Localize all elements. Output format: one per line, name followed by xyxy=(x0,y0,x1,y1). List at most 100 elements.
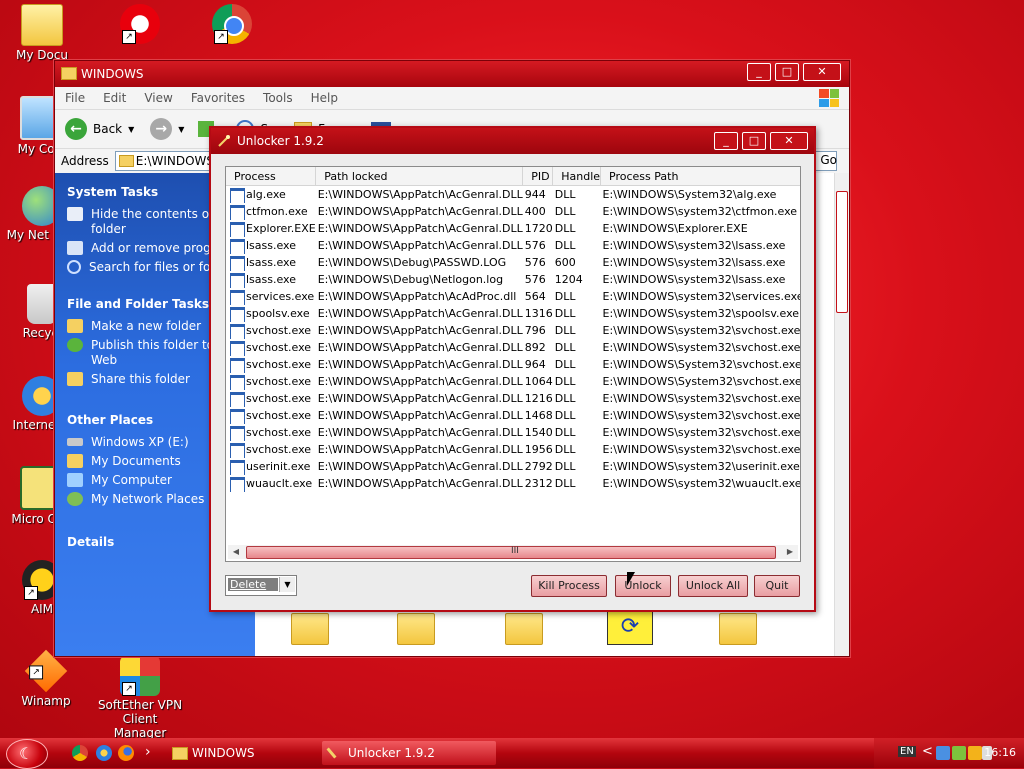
shortcut-arrow-icon: ↗ xyxy=(122,30,136,44)
opera-icon: ↗ xyxy=(120,4,160,44)
back-arrow-icon[interactable]: ← xyxy=(65,118,87,140)
scroll-right-icon[interactable]: ▶ xyxy=(784,546,796,558)
cell-pid: 576 xyxy=(524,273,546,286)
action-select[interactable]: Delete ▼ xyxy=(225,575,297,596)
cell-process-name: svchost.exe xyxy=(226,339,316,356)
maximize-button[interactable]: □ xyxy=(742,132,766,150)
unlocker-dialog[interactable]: Unlocker 1.9.2 _ □ ✕ Process Path locked… xyxy=(209,126,816,612)
desktop-icon-opera[interactable]: ↗ xyxy=(98,4,182,46)
table-row[interactable]: Explorer.EXE E:\WINDOWS\AppPatch\AcGenral… xyxy=(226,220,800,237)
cell-handle: 600 xyxy=(554,256,576,269)
process-name: lsass.exe xyxy=(246,239,296,252)
locking-process-list[interactable]: Process Path locked PID Handle Process P… xyxy=(225,166,801,562)
cell-path-locked: E:\WINDOWS\AppPatch\AcGenral.DLL xyxy=(317,460,523,473)
language-indicator[interactable]: EN xyxy=(898,746,916,757)
table-row[interactable]: wuauclt.exe E:\WINDOWS\AppPatch\AcGenral.… xyxy=(226,475,800,492)
column-process[interactable]: Process xyxy=(226,167,317,186)
quicklaunch-chrome-icon[interactable] xyxy=(72,745,88,761)
unlock-button[interactable]: Unlock xyxy=(615,575,671,597)
chevron-down-icon[interactable]: ▼ xyxy=(279,577,295,592)
magic-wand-icon xyxy=(218,135,230,147)
close-button[interactable]: ✕ xyxy=(770,132,808,150)
table-row[interactable]: svchost.exe E:\WINDOWS\AppPatch\AcGenral.… xyxy=(226,356,800,373)
menu-help[interactable]: Help xyxy=(311,91,338,105)
back-dropdown-icon[interactable]: ▼ xyxy=(128,125,134,134)
column-handle[interactable]: Handle xyxy=(552,167,602,186)
process-name: svchost.exe xyxy=(246,392,312,405)
horizontal-scrollbar[interactable]: ◀ III ▶ xyxy=(228,545,798,559)
desktop-icon-my-documents[interactable]: My Docu xyxy=(0,4,84,62)
table-row[interactable]: svchost.exe E:\WINDOWS\AppPatch\AcGenral.… xyxy=(226,373,800,390)
table-row[interactable]: svchost.exe E:\WINDOWS\AppPatch\AcGenral.… xyxy=(226,339,800,356)
column-pid[interactable]: PID xyxy=(522,167,554,186)
executable-icon xyxy=(230,341,245,356)
table-row[interactable]: services.exe E:\WINDOWS\AppPatch\AcAdProc… xyxy=(226,288,800,305)
explorer-title-bar[interactable]: WINDOWS _ □ ✕ xyxy=(55,61,849,87)
kill-process-button[interactable]: Kill Process xyxy=(531,575,607,597)
folder-icon[interactable] xyxy=(719,613,757,645)
scroll-thumb[interactable] xyxy=(836,191,848,313)
folder-icon[interactable] xyxy=(505,613,543,645)
table-row[interactable]: svchost.exe E:\WINDOWS\AppPatch\AcGenral.… xyxy=(226,407,800,424)
menu-tools[interactable]: Tools xyxy=(263,91,293,105)
column-path-locked[interactable]: Path locked xyxy=(315,167,524,186)
quicklaunch-ie-icon[interactable] xyxy=(96,745,112,761)
folder-icon[interactable] xyxy=(397,613,435,645)
taskbar-item-windows[interactable]: WINDOWS xyxy=(166,741,342,765)
sync-folder-icon[interactable]: ⟳ xyxy=(607,611,653,645)
scroll-thumb[interactable]: III xyxy=(246,546,776,559)
tray-volume-icon[interactable] xyxy=(968,746,982,760)
quicklaunch-chevron[interactable]: › xyxy=(145,744,151,760)
back-button-label[interactable]: Back xyxy=(93,122,122,136)
menu-view[interactable]: View xyxy=(144,91,172,105)
table-row[interactable]: spoolsv.exe E:\WINDOWS\AppPatch\AcGenral.… xyxy=(226,305,800,322)
table-row[interactable]: ctfmon.exe E:\WINDOWS\AppPatch\AcGenral.D… xyxy=(226,203,800,220)
forward-arrow-icon[interactable]: → xyxy=(150,118,173,140)
folder-icon[interactable] xyxy=(291,613,329,645)
desktop-icon-chrome[interactable]: ↗ xyxy=(190,4,274,46)
clock[interactable]: 16:16 xyxy=(984,746,1016,759)
tray-expand-chevron[interactable]: < xyxy=(922,744,933,759)
menu-favorites[interactable]: Favorites xyxy=(191,91,245,105)
maximize-button[interactable]: □ xyxy=(775,63,799,81)
cell-pid: 1064 xyxy=(524,375,553,388)
minimize-button[interactable]: _ xyxy=(747,63,771,81)
scroll-grip: III xyxy=(511,546,519,556)
forward-dropdown-icon[interactable]: ▼ xyxy=(178,125,184,134)
unlock-all-button[interactable]: Unlock All xyxy=(678,575,748,597)
quit-button[interactable]: Quit xyxy=(754,575,800,597)
folder-documents-icon xyxy=(21,4,63,46)
table-row[interactable]: lsass.exe E:\WINDOWS\AppPatch\AcGenral.DL… xyxy=(226,237,800,254)
cell-handle: DLL xyxy=(554,477,576,490)
minimize-button[interactable]: _ xyxy=(714,132,738,150)
cell-handle: DLL xyxy=(554,409,576,422)
mouse-cursor-icon xyxy=(627,572,635,586)
start-button[interactable]: ☾ xyxy=(6,739,48,769)
table-row[interactable]: lsass.exe E:\WINDOWS\Debug\Netlogon.log 57… xyxy=(226,271,800,288)
unlocker-title-bar[interactable]: Unlocker 1.9.2 _ □ ✕ xyxy=(211,128,814,154)
table-row[interactable]: userinit.exe E:\WINDOWS\AppPatch\AcGenral… xyxy=(226,458,800,475)
go-button[interactable]: Go xyxy=(820,153,837,167)
table-row[interactable]: svchost.exe E:\WINDOWS\AppPatch\AcGenral.… xyxy=(226,441,800,458)
vertical-scrollbar[interactable] xyxy=(834,173,849,656)
table-row[interactable]: lsass.exe E:\WINDOWS\Debug\PASSWD.LOG 576 6… xyxy=(226,254,800,271)
table-row[interactable]: svchost.exe E:\WINDOWS\AppPatch\AcGenral.… xyxy=(226,390,800,407)
table-row[interactable]: alg.exe E:\WINDOWS\AppPatch\AcGenral.DLL 9… xyxy=(226,186,800,203)
table-row[interactable]: svchost.exe E:\WINDOWS\AppPatch\AcGenral.… xyxy=(226,424,800,441)
cell-process-name: lsass.exe xyxy=(226,254,316,271)
scroll-left-icon[interactable]: ◀ xyxy=(230,546,242,558)
drive-icon xyxy=(67,438,83,446)
tray-network-icon[interactable] xyxy=(936,746,950,760)
tray-security-icon[interactable] xyxy=(952,746,966,760)
cell-process-name: ctfmon.exe xyxy=(226,203,316,220)
desktop-icon-winamp[interactable]: ↗ Winamp xyxy=(4,649,88,708)
column-process-path[interactable]: Process Path xyxy=(600,167,800,186)
close-button[interactable]: ✕ xyxy=(803,63,841,81)
taskbar-item-unlocker[interactable]: Unlocker 1.9.2 xyxy=(322,741,496,765)
quicklaunch-firefox-icon[interactable] xyxy=(118,745,134,761)
desktop-icon-softether-vpn[interactable]: ↗ SoftEther VPN Client Manager xyxy=(96,656,184,740)
executable-icon xyxy=(230,409,245,424)
menu-edit[interactable]: Edit xyxy=(103,91,126,105)
table-row[interactable]: svchost.exe E:\WINDOWS\AppPatch\AcGenral.… xyxy=(226,322,800,339)
menu-file[interactable]: File xyxy=(65,91,85,105)
